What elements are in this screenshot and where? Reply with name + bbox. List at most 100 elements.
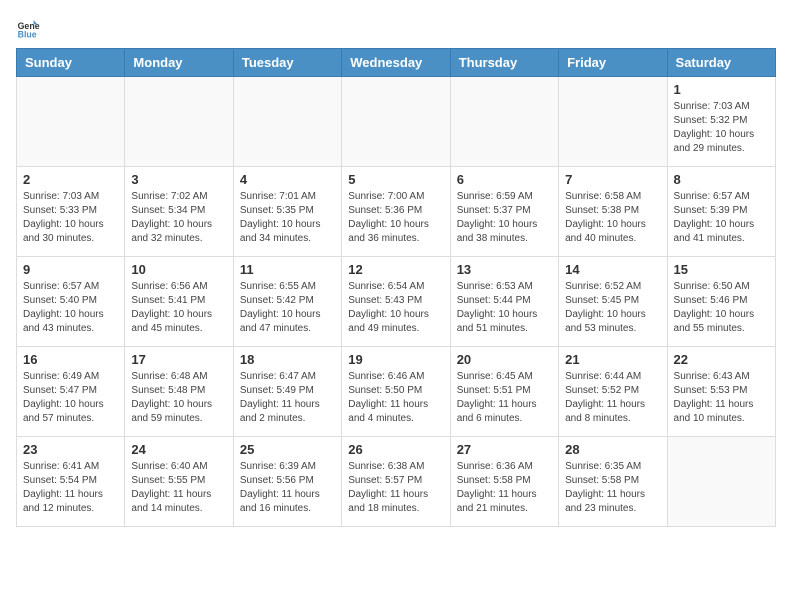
day-number: 17 xyxy=(131,352,226,367)
weekday-header-thursday: Thursday xyxy=(450,49,558,77)
day-number: 18 xyxy=(240,352,335,367)
calendar-day-cell xyxy=(233,77,341,167)
day-info: Sunrise: 6:35 AM Sunset: 5:58 PM Dayligh… xyxy=(565,460,660,516)
day-number: 22 xyxy=(674,352,769,367)
calendar-day-cell xyxy=(450,77,558,167)
calendar-week-row: 2 Sunrise: 7:03 AM Sunset: 5:33 PM Daylig… xyxy=(17,167,776,257)
calendar-day-cell: 12 Sunrise: 6:54 AM Sunset: 5:43 PM Dayli… xyxy=(342,257,450,347)
calendar-day-cell: 18 Sunrise: 6:47 AM Sunset: 5:49 PM Dayli… xyxy=(233,347,341,437)
weekday-header-saturday: Saturday xyxy=(667,49,775,77)
calendar-day-cell: 2 Sunrise: 7:03 AM Sunset: 5:33 PM Daylig… xyxy=(17,167,125,257)
day-info: Sunrise: 6:55 AM Sunset: 5:42 PM Dayligh… xyxy=(240,280,335,336)
calendar-day-cell xyxy=(125,77,233,167)
day-number: 12 xyxy=(348,262,443,277)
day-number: 27 xyxy=(457,442,552,457)
day-number: 6 xyxy=(457,172,552,187)
calendar-day-cell: 11 Sunrise: 6:55 AM Sunset: 5:42 PM Dayli… xyxy=(233,257,341,347)
day-info: Sunrise: 6:52 AM Sunset: 5:45 PM Dayligh… xyxy=(565,280,660,336)
day-info: Sunrise: 7:02 AM Sunset: 5:34 PM Dayligh… xyxy=(131,190,226,246)
calendar-day-cell: 9 Sunrise: 6:57 AM Sunset: 5:40 PM Daylig… xyxy=(17,257,125,347)
calendar-day-cell: 1 Sunrise: 7:03 AM Sunset: 5:32 PM Daylig… xyxy=(667,77,775,167)
day-info: Sunrise: 6:41 AM Sunset: 5:54 PM Dayligh… xyxy=(23,460,118,516)
calendar-day-cell: 10 Sunrise: 6:56 AM Sunset: 5:41 PM Dayli… xyxy=(125,257,233,347)
calendar-day-cell: 25 Sunrise: 6:39 AM Sunset: 5:56 PM Dayli… xyxy=(233,437,341,527)
calendar-day-cell: 27 Sunrise: 6:36 AM Sunset: 5:58 PM Dayli… xyxy=(450,437,558,527)
day-number: 28 xyxy=(565,442,660,457)
calendar-day-cell: 6 Sunrise: 6:59 AM Sunset: 5:37 PM Daylig… xyxy=(450,167,558,257)
day-info: Sunrise: 6:46 AM Sunset: 5:50 PM Dayligh… xyxy=(348,370,443,426)
day-info: Sunrise: 6:45 AM Sunset: 5:51 PM Dayligh… xyxy=(457,370,552,426)
day-number: 8 xyxy=(674,172,769,187)
calendar-day-cell: 22 Sunrise: 6:43 AM Sunset: 5:53 PM Dayli… xyxy=(667,347,775,437)
day-info: Sunrise: 6:57 AM Sunset: 5:39 PM Dayligh… xyxy=(674,190,769,246)
day-number: 16 xyxy=(23,352,118,367)
day-number: 9 xyxy=(23,262,118,277)
calendar-day-cell: 13 Sunrise: 6:53 AM Sunset: 5:44 PM Dayli… xyxy=(450,257,558,347)
day-number: 25 xyxy=(240,442,335,457)
day-info: Sunrise: 6:54 AM Sunset: 5:43 PM Dayligh… xyxy=(348,280,443,336)
day-info: Sunrise: 6:56 AM Sunset: 5:41 PM Dayligh… xyxy=(131,280,226,336)
day-info: Sunrise: 6:36 AM Sunset: 5:58 PM Dayligh… xyxy=(457,460,552,516)
calendar-week-row: 1 Sunrise: 7:03 AM Sunset: 5:32 PM Daylig… xyxy=(17,77,776,167)
calendar-week-row: 23 Sunrise: 6:41 AM Sunset: 5:54 PM Dayli… xyxy=(17,437,776,527)
day-number: 10 xyxy=(131,262,226,277)
day-number: 23 xyxy=(23,442,118,457)
calendar-day-cell: 16Sunrise: 6:49 AM Sunset: 5:47 PM Dayli… xyxy=(17,347,125,437)
day-number: 26 xyxy=(348,442,443,457)
day-info: Sunrise: 6:50 AM Sunset: 5:46 PM Dayligh… xyxy=(674,280,769,336)
logo-icon: General Blue xyxy=(16,16,40,40)
day-number: 11 xyxy=(240,262,335,277)
day-info: Sunrise: 6:44 AM Sunset: 5:52 PM Dayligh… xyxy=(565,370,660,426)
day-number: 21 xyxy=(565,352,660,367)
calendar-day-cell: 3 Sunrise: 7:02 AM Sunset: 5:34 PM Daylig… xyxy=(125,167,233,257)
calendar-day-cell: 24 Sunrise: 6:40 AM Sunset: 5:55 PM Dayli… xyxy=(125,437,233,527)
calendar-day-cell: 20 Sunrise: 6:45 AM Sunset: 5:51 PM Dayli… xyxy=(450,347,558,437)
day-info: Sunrise: 6:57 AM Sunset: 5:40 PM Dayligh… xyxy=(23,280,118,336)
calendar-day-cell xyxy=(667,437,775,527)
day-number: 19 xyxy=(348,352,443,367)
calendar-day-cell: 15 Sunrise: 6:50 AM Sunset: 5:46 PM Dayli… xyxy=(667,257,775,347)
calendar-day-cell: 5Sunrise: 7:00 AM Sunset: 5:36 PM Daylig… xyxy=(342,167,450,257)
calendar-day-cell: 21 Sunrise: 6:44 AM Sunset: 5:52 PM Dayli… xyxy=(559,347,667,437)
day-number: 3 xyxy=(131,172,226,187)
calendar-week-row: 9 Sunrise: 6:57 AM Sunset: 5:40 PM Daylig… xyxy=(17,257,776,347)
calendar-day-cell: 23 Sunrise: 6:41 AM Sunset: 5:54 PM Dayli… xyxy=(17,437,125,527)
day-info: Sunrise: 6:58 AM Sunset: 5:38 PM Dayligh… xyxy=(565,190,660,246)
calendar-day-cell xyxy=(342,77,450,167)
day-number: 14 xyxy=(565,262,660,277)
weekday-header-row: SundayMondayTuesdayWednesdayThursdayFrid… xyxy=(17,49,776,77)
day-info: Sunrise: 6:40 AM Sunset: 5:55 PM Dayligh… xyxy=(131,460,226,516)
calendar-day-cell xyxy=(17,77,125,167)
day-number: 5 xyxy=(348,172,443,187)
day-info: Sunrise: 6:53 AM Sunset: 5:44 PM Dayligh… xyxy=(457,280,552,336)
calendar-day-cell: 4 Sunrise: 7:01 AM Sunset: 5:35 PM Daylig… xyxy=(233,167,341,257)
day-info: Sunrise: 7:03 AM Sunset: 5:32 PM Dayligh… xyxy=(674,100,769,156)
day-number: 2 xyxy=(23,172,118,187)
weekday-header-monday: Monday xyxy=(125,49,233,77)
day-info: Sunrise: 7:03 AM Sunset: 5:33 PM Dayligh… xyxy=(23,190,118,246)
day-number: 1 xyxy=(674,82,769,97)
calendar-day-cell xyxy=(559,77,667,167)
day-info: Sunrise: 6:59 AM Sunset: 5:37 PM Dayligh… xyxy=(457,190,552,246)
page-header: General Blue xyxy=(16,16,776,40)
day-info: Sunrise: 6:48 AM Sunset: 5:48 PM Dayligh… xyxy=(131,370,226,426)
day-number: 15 xyxy=(674,262,769,277)
day-number: 20 xyxy=(457,352,552,367)
day-number: 4 xyxy=(240,172,335,187)
day-info: Sunrise: 6:39 AM Sunset: 5:56 PM Dayligh… xyxy=(240,460,335,516)
logo: General Blue xyxy=(16,16,44,40)
day-number: 24 xyxy=(131,442,226,457)
day-number: 7 xyxy=(565,172,660,187)
day-info: Sunrise: 7:01 AM Sunset: 5:35 PM Dayligh… xyxy=(240,190,335,246)
weekday-header-wednesday: Wednesday xyxy=(342,49,450,77)
calendar-week-row: 16Sunrise: 6:49 AM Sunset: 5:47 PM Dayli… xyxy=(17,347,776,437)
calendar-day-cell: 14 Sunrise: 6:52 AM Sunset: 5:45 PM Dayli… xyxy=(559,257,667,347)
day-info: Sunrise: 6:43 AM Sunset: 5:53 PM Dayligh… xyxy=(674,370,769,426)
weekday-header-sunday: Sunday xyxy=(17,49,125,77)
calendar-day-cell: 7 Sunrise: 6:58 AM Sunset: 5:38 PM Daylig… xyxy=(559,167,667,257)
svg-text:Blue: Blue xyxy=(18,30,37,40)
calendar-day-cell: 19 Sunrise: 6:46 AM Sunset: 5:50 PM Dayli… xyxy=(342,347,450,437)
calendar-table: SundayMondayTuesdayWednesdayThursdayFrid… xyxy=(16,48,776,527)
day-number: 13 xyxy=(457,262,552,277)
day-info: Sunrise: 6:47 AM Sunset: 5:49 PM Dayligh… xyxy=(240,370,335,426)
